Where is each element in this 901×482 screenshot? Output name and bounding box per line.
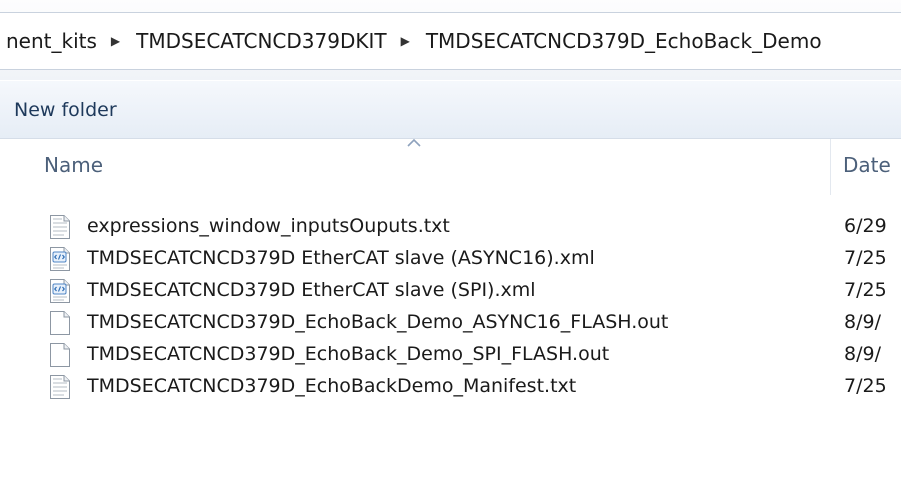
file-name: TMDSECATCNCD379D_EchoBack_Demo_ASYNC16_F… bbox=[87, 311, 669, 333]
breadcrumb-arrow-icon[interactable]: ▶ bbox=[401, 34, 410, 48]
file-name: TMDSECATCNCD379D_EchoBack_Demo_SPI_FLASH… bbox=[87, 343, 610, 365]
xml-file-icon bbox=[49, 278, 71, 304]
column-header-date[interactable]: Date bbox=[843, 153, 891, 177]
file-date-modified: 8/9/ bbox=[844, 343, 881, 365]
address-bar: nent_kits ▶ TMDSECATCNCD379DKIT ▶ TMDSEC… bbox=[0, 0, 901, 80]
file-row[interactable]: TMDSECATCNCD379D EtherCAT slave (SPI).xm… bbox=[0, 275, 901, 307]
column-header-row: Name Date bbox=[0, 138, 901, 195]
file-name: TMDSECATCNCD379D_EchoBackDemo_Manifest.t… bbox=[87, 375, 577, 397]
file-date-modified: 6/29 bbox=[844, 215, 887, 237]
file-rows: expressions_window_inputsOuputs.txt 6/29 T… bbox=[0, 211, 901, 403]
file-date-modified: 7/25 bbox=[844, 247, 887, 269]
column-divider[interactable] bbox=[830, 139, 831, 195]
file-name: expressions_window_inputsOuputs.txt bbox=[87, 215, 450, 237]
breadcrumb-item-component-kits[interactable]: nent_kits bbox=[4, 29, 99, 53]
blank-file-icon bbox=[49, 342, 71, 368]
file-list: Name Date expressions_window_inputsOuput… bbox=[0, 138, 901, 482]
blank-file-icon bbox=[49, 310, 71, 336]
file-row[interactable]: TMDSECATCNCD379D_EchoBackDemo_Manifest.t… bbox=[0, 371, 901, 403]
text-file-icon bbox=[49, 374, 71, 400]
file-row[interactable]: expressions_window_inputsOuputs.txt 6/29 bbox=[0, 211, 901, 243]
file-date-modified: 7/25 bbox=[844, 279, 887, 301]
file-date-modified: 7/25 bbox=[844, 375, 887, 397]
file-row[interactable]: TMDSECATCNCD379D_EchoBack_Demo_ASYNC16_F… bbox=[0, 307, 901, 339]
column-header-name[interactable]: Name bbox=[44, 153, 103, 177]
text-file-icon bbox=[49, 214, 71, 240]
file-row[interactable]: TMDSECATCNCD379D_EchoBack_Demo_SPI_FLASH… bbox=[0, 339, 901, 371]
file-date-modified: 8/9/ bbox=[844, 311, 881, 333]
toolbar: New folder bbox=[0, 81, 901, 139]
file-row[interactable]: TMDSECATCNCD379D EtherCAT slave (ASYNC16… bbox=[0, 243, 901, 275]
file-name: TMDSECATCNCD379D EtherCAT slave (SPI).xm… bbox=[87, 279, 536, 301]
xml-file-icon bbox=[49, 246, 71, 272]
breadcrumb-arrow-icon[interactable]: ▶ bbox=[111, 34, 120, 48]
breadcrumb-item-demo[interactable]: TMDSECATCNCD379D_EchoBack_Demo bbox=[424, 29, 824, 53]
sort-ascending-icon bbox=[407, 138, 421, 147]
breadcrumb-path: nent_kits ▶ TMDSECATCNCD379DKIT ▶ TMDSEC… bbox=[4, 26, 824, 56]
new-folder-button[interactable]: New folder bbox=[10, 96, 121, 124]
breadcrumb-item-kit[interactable]: TMDSECATCNCD379DKIT bbox=[134, 29, 388, 53]
file-name: TMDSECATCNCD379D EtherCAT slave (ASYNC16… bbox=[87, 247, 595, 269]
